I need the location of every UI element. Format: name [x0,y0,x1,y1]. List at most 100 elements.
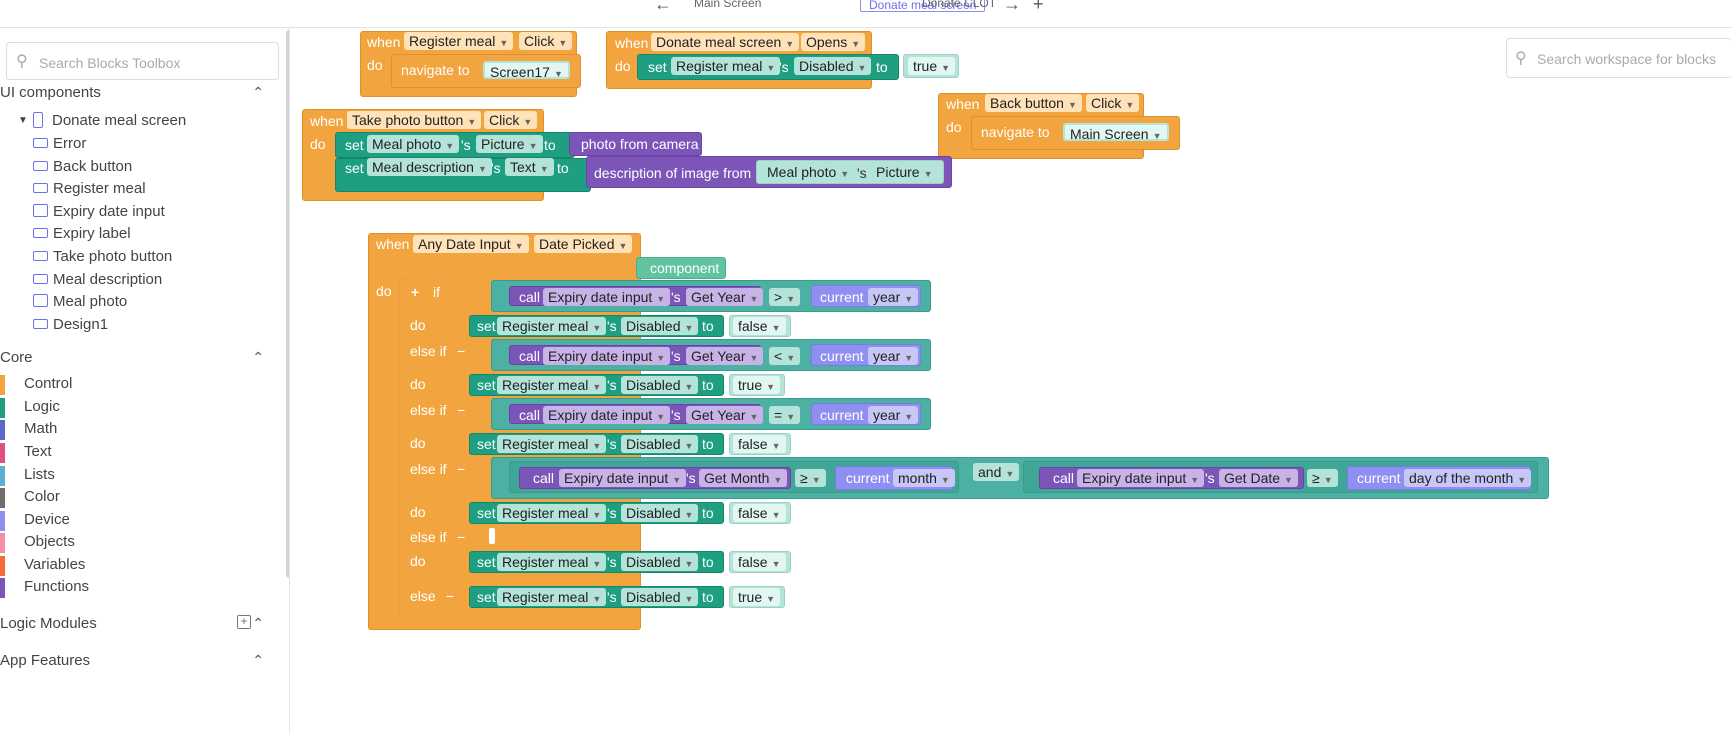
operator-dropdown[interactable]: ≥ ▼ [795,469,826,487]
boolean-dropdown[interactable]: false ▼ [733,504,786,522]
boolean-dropdown[interactable]: true ▼ [733,588,781,606]
component-dropdown[interactable]: Register meal ▼ [497,553,607,571]
date-part-dropdown[interactable]: year ▼ [868,406,919,424]
category-device[interactable]: Device [0,511,270,533]
more-icon[interactable]: ⋯ [1060,0,1078,9]
operator-dropdown[interactable]: ≥ ▼ [1307,469,1338,487]
date-part-dropdown[interactable]: year ▼ [868,288,919,306]
remove-branch-icon[interactable]: − [457,461,465,477]
component-dropdown[interactable]: Meal description ▼ [367,158,492,176]
add-module-icon[interactable]: + [237,615,251,629]
event-dropdown[interactable]: Opens ▼ [801,33,866,51]
date-part-dropdown[interactable]: day of the month ▼ [1404,469,1532,487]
empty-condition-socket[interactable] [489,528,495,544]
remove-branch-icon[interactable]: − [457,529,465,545]
operator-dropdown[interactable]: = ▼ [769,406,801,424]
and-dropdown[interactable]: and ▼ [973,463,1020,481]
component-dropdown[interactable]: Expiry date input ▼ [543,288,671,306]
section-app-features[interactable]: App Features ⌃ [0,652,280,669]
operator-dropdown[interactable]: < ▼ [769,347,801,365]
boolean-dropdown[interactable]: true ▼ [733,376,781,394]
chevron-up-icon[interactable]: ⌃ [252,84,264,101]
add-branch-icon[interactable]: + [411,284,419,300]
method-dropdown[interactable]: Get Year ▼ [686,406,764,424]
component-dropdown[interactable]: Expiry date input ▼ [543,406,671,424]
boolean-dropdown[interactable]: false ▼ [733,553,786,571]
boolean-dropdown[interactable]: false ▼ [733,317,786,335]
expand-triangle-icon[interactable]: ▼ [18,115,28,126]
workspace-search-input[interactable]: ⚲ Search workspace for blocks [1506,38,1732,78]
component-dropdown[interactable]: Register meal ▼ [497,504,607,522]
category-functions[interactable]: Functions [0,578,270,600]
property-dropdown[interactable]: Disabled ▼ [621,435,699,453]
boolean-dropdown[interactable]: true ▼ [908,57,956,75]
keyword-to: to [702,318,714,334]
component-dropdown[interactable]: Register meal ▼ [497,588,607,606]
section-ui-components[interactable]: UI components ⌃ [0,84,280,101]
method-dropdown[interactable]: Get Month ▼ [699,469,788,487]
component-dropdown[interactable]: Take photo button ▼ [347,111,482,129]
category-math[interactable]: Math [0,420,270,442]
property-dropdown[interactable]: Disabled ▼ [794,57,872,75]
event-parameter[interactable]: component [650,260,719,276]
blocks-workspace[interactable]: ⚲ Search workspace for blocks when Regis… [291,28,1732,733]
component-dropdown[interactable]: Expiry date input ▼ [1077,469,1205,487]
back-arrow-icon[interactable]: ← [654,0,672,15]
property-dropdown[interactable]: Picture ▼ [871,163,938,181]
date-part-dropdown[interactable]: year ▼ [868,347,919,365]
toolbox-search-input[interactable]: ⚲ Search Blocks Toolbox [6,42,279,80]
property-dropdown[interactable]: Disabled ▼ [621,553,699,571]
component-dropdown[interactable]: Register meal ▼ [497,376,607,394]
remove-branch-icon[interactable]: − [457,343,465,359]
date-part-dropdown[interactable]: month ▼ [893,469,955,487]
boolean-dropdown[interactable]: false ▼ [733,435,786,453]
category-logic[interactable]: Logic [0,398,270,420]
property-dropdown[interactable]: Text ▼ [505,158,554,176]
category-objects[interactable]: Objects [0,533,270,555]
forward-arrow-icon[interactable]: → [1003,0,1021,15]
add-screen-icon[interactable]: + [1033,0,1044,15]
component-dropdown[interactable]: Any Date Input ▼ [413,235,529,253]
chevron-up-icon[interactable]: ⌃ [252,615,264,632]
component-dropdown[interactable]: Register meal ▼ [671,57,781,75]
method-dropdown[interactable]: Get Year ▼ [686,347,764,365]
event-dropdown[interactable]: Date Picked ▼ [534,235,633,253]
tab-donate-clot[interactable]: Donate CLOT [922,0,996,10]
screen-dropdown[interactable]: Main Screen ▼ [1063,123,1169,142]
category-lists[interactable]: Lists [0,466,270,488]
property-dropdown[interactable]: Disabled ▼ [621,376,699,394]
tree-item-label: Register meal [53,180,146,197]
remove-branch-icon[interactable]: − [457,402,465,418]
screen-dropdown[interactable]: Screen17 ▼ [483,61,570,80]
tab-main-screen[interactable]: Main Screen [694,0,761,10]
section-logic-modules[interactable]: Logic Modules + ⌃ [0,615,280,632]
event-dropdown[interactable]: Click ▼ [484,111,538,129]
component-dropdown[interactable]: Register meal ▼ [497,317,607,335]
component-dropdown[interactable]: Meal photo ▼ [367,135,460,153]
property-dropdown[interactable]: Disabled ▼ [621,504,699,522]
chevron-up-icon[interactable]: ⌃ [252,652,264,669]
category-control[interactable]: Control [0,375,270,397]
component-dropdown[interactable]: Expiry date input ▼ [559,469,687,487]
component-dropdown[interactable]: Back button ▼ [985,94,1082,112]
category-text[interactable]: Text [0,443,270,465]
component-dropdown[interactable]: Meal photo ▼ [762,163,855,181]
event-dropdown[interactable]: Click ▼ [519,32,573,50]
chevron-up-icon[interactable]: ⌃ [252,349,264,366]
component-dropdown[interactable]: Expiry date input ▼ [543,347,671,365]
property-dropdown[interactable]: Picture ▼ [476,135,543,153]
category-variables[interactable]: Variables [0,556,270,578]
category-color[interactable]: Color [0,488,270,510]
component-dropdown[interactable]: Donate meal screen ▼ [651,33,800,51]
property-dropdown[interactable]: Disabled ▼ [621,588,699,606]
property-dropdown[interactable]: Disabled ▼ [621,317,699,335]
method-dropdown[interactable]: Get Date ▼ [1219,469,1298,487]
operator-dropdown[interactable]: > ▼ [769,288,801,306]
component-dropdown[interactable]: Register meal ▼ [404,32,514,50]
method-dropdown[interactable]: Get Year ▼ [686,288,764,306]
sidebar-scrollbar[interactable] [286,30,289,578]
event-dropdown[interactable]: Click ▼ [1086,94,1140,112]
section-core[interactable]: Core ⌃ [0,349,280,366]
component-dropdown[interactable]: Register meal ▼ [497,435,607,453]
remove-branch-icon[interactable]: − [446,588,454,604]
